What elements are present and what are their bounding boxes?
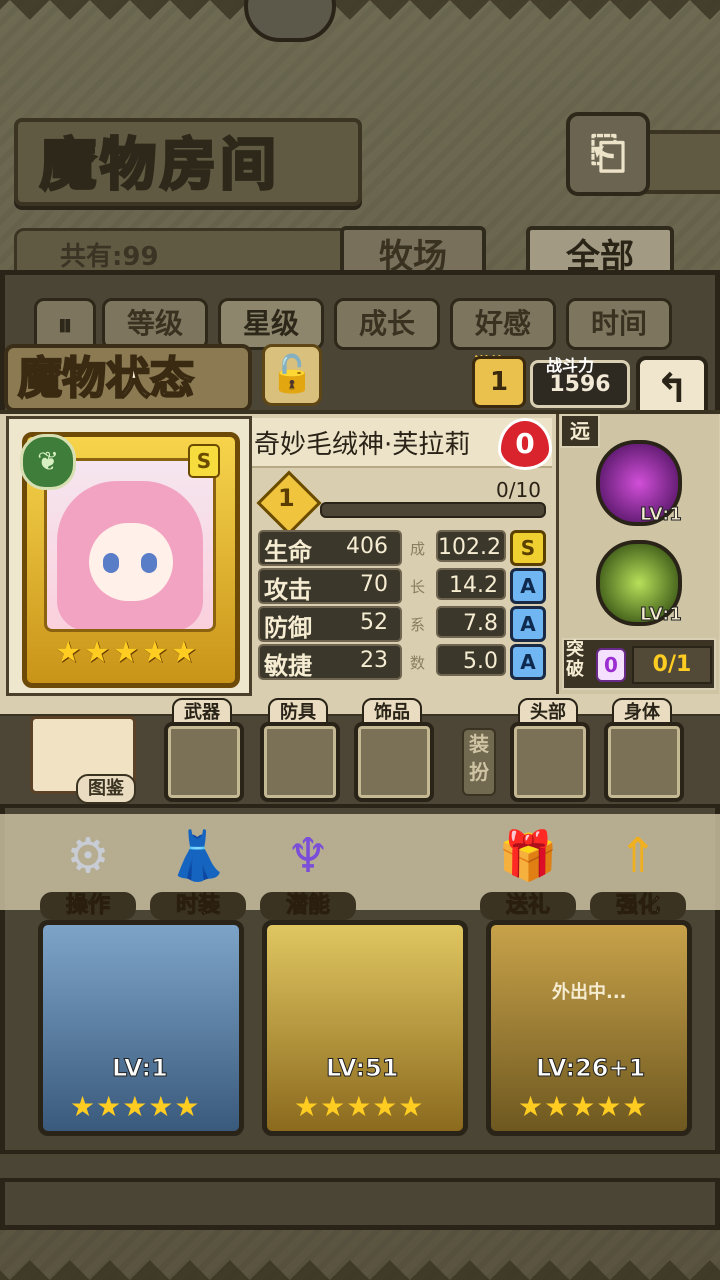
dress-up-button[interactable]: 装扮 — [462, 728, 496, 796]
back-arrow-icon: ⎗ — [590, 128, 626, 179]
card-stars: ★★★★★ — [294, 1090, 425, 1123]
affection-value: 0 — [515, 427, 535, 460]
action-label: 送礼 — [480, 892, 576, 920]
grade-badge: A — [510, 644, 546, 680]
header-strip — [640, 130, 720, 194]
gift-icon: 🎁 — [498, 828, 558, 884]
card-level: LV:1 — [112, 1054, 169, 1083]
body-slot[interactable] — [604, 722, 684, 802]
card-away-status: 外出中... — [552, 982, 627, 1003]
sort-star-button[interactable]: 星级 — [218, 298, 324, 350]
return-arrow-icon: ↰ — [655, 366, 689, 412]
potential-value: 1 — [472, 356, 526, 408]
potential-icon: ♆ — [286, 828, 330, 884]
potential-button[interactable]: ♆ 潜能 — [260, 820, 356, 928]
encyclopedia-label[interactable]: 图鉴 — [76, 774, 136, 804]
grade-badge: A — [510, 606, 546, 642]
growth-label: 成 — [410, 540, 426, 558]
stat-label: 敏捷 — [264, 652, 312, 680]
grade-badge: S — [510, 530, 546, 566]
outfit-button[interactable]: 👗 时装 — [150, 820, 246, 928]
exp-text: 0/10 — [496, 478, 541, 502]
sort-time-button[interactable]: 时间 — [566, 298, 672, 350]
action-label: 时装 — [150, 892, 246, 920]
growth-value: 102.2 — [436, 530, 506, 562]
head-slot[interactable] — [510, 722, 590, 802]
gift-button[interactable]: 🎁 送礼 — [480, 820, 576, 928]
breakthrough-count: 0 — [596, 648, 626, 682]
breakthrough-progress: 0/1 — [632, 646, 712, 684]
monster-portrait — [44, 458, 216, 632]
top-border — [0, 0, 720, 40]
lock-icon: 🔓 — [269, 354, 315, 395]
skill-2-level: LV:1 — [640, 604, 683, 626]
action-label: 强化 — [590, 892, 686, 920]
range-badge: 远 — [560, 414, 600, 448]
monster-level: 1 — [278, 484, 295, 512]
stat-value: 70 — [360, 572, 388, 597]
breakthrough-label: 突破 — [566, 639, 584, 680]
card-level: LV:26+1 — [535, 1054, 646, 1083]
bottom-border — [0, 1240, 720, 1280]
growth-value: 5.0 — [436, 644, 506, 676]
card-stars: ★★★★★ — [518, 1090, 649, 1123]
outfit-icon: 👗 — [168, 828, 228, 884]
growth-value: 7.8 — [436, 606, 506, 638]
status-title: 魔物状态 — [17, 352, 195, 405]
upgrade-button[interactable]: ⇑ 强化 — [590, 820, 686, 928]
exp-bar — [320, 502, 546, 518]
growth-value: 14.2 — [436, 568, 506, 600]
bottom-frame — [0, 1150, 720, 1182]
sort-affection-button[interactable]: 好感 — [450, 298, 556, 350]
stat-label: 生命 — [264, 538, 312, 566]
monster-name: 奇妙毛绒神·芙拉莉 — [254, 430, 471, 460]
owned-count: 共有:99 — [60, 242, 159, 272]
power-label: 战斗力 — [546, 356, 595, 375]
leaf-element-icon: ❦ — [20, 434, 76, 490]
stat-value: 52 — [360, 610, 388, 635]
grade-badge: A — [510, 568, 546, 604]
stat-label: 攻击 — [264, 576, 312, 604]
accessory-slot[interactable] — [354, 722, 434, 802]
action-label: 操作 — [40, 892, 136, 920]
skill-1-level: LV:1 — [640, 504, 683, 526]
stat-label: 防御 — [264, 614, 312, 642]
portrait-eye — [141, 553, 157, 573]
stat-value: 406 — [346, 534, 388, 559]
card-level: LV:51 — [325, 1054, 399, 1083]
pause-icon: ⏸ — [57, 308, 73, 343]
star-rating: ★★★★★ — [54, 635, 200, 670]
exit-button[interactable]: ⎗ — [566, 112, 650, 196]
lock-button[interactable]: 🔓 — [262, 344, 322, 406]
growth-label: 数 — [410, 654, 426, 672]
armor-slot[interactable] — [260, 722, 340, 802]
weapon-slot[interactable] — [164, 722, 244, 802]
operate-button[interactable]: ⚙ 操作 — [40, 820, 136, 928]
page-title: 魔物房间 — [39, 131, 280, 200]
portrait-eye — [103, 553, 119, 573]
rank-badge: S — [188, 444, 220, 478]
growth-label: 长 — [410, 578, 426, 596]
upgrade-icon: ⇑ — [617, 828, 659, 884]
action-label: 潜能 — [260, 892, 356, 920]
stat-value: 23 — [360, 648, 388, 673]
gear-icon: ⚙ — [66, 828, 110, 884]
growth-label: 系 — [410, 616, 426, 634]
portrait-face — [89, 523, 173, 601]
sort-growth-button[interactable]: 成长 — [334, 298, 440, 350]
card-stars: ★★★★★ — [70, 1090, 201, 1123]
